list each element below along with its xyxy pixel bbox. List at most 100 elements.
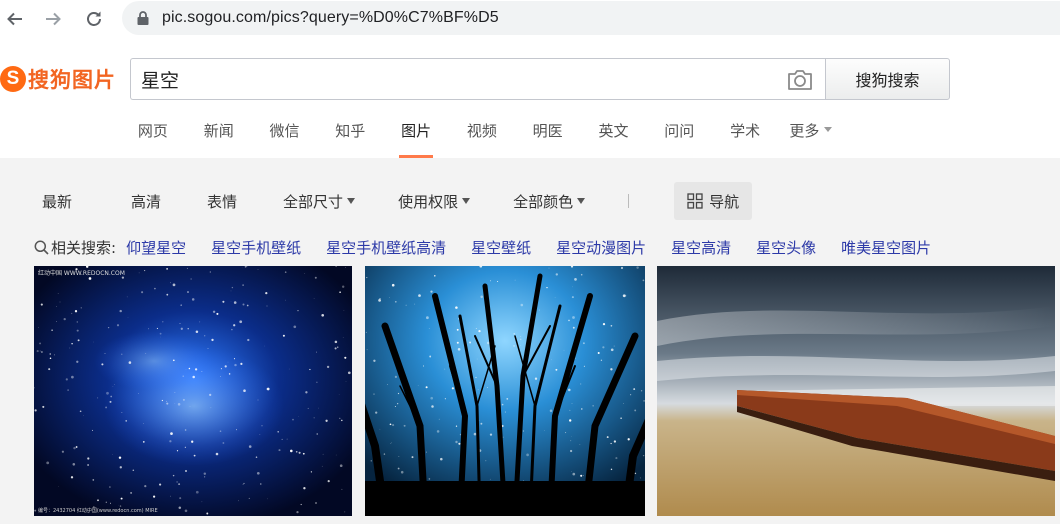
star-dot <box>313 297 315 299</box>
filter-latest[interactable]: 最新 <box>42 191 72 212</box>
star-dot <box>246 304 249 307</box>
star-dot <box>248 445 252 448</box>
related-link[interactable]: 星空手机壁纸 <box>211 237 301 258</box>
star-dot <box>613 440 617 443</box>
star-dot <box>110 395 113 398</box>
search-button[interactable]: 搜狗搜索 <box>825 58 950 100</box>
forest-starry-sky-image[interactable] <box>365 266 645 516</box>
star-dot <box>469 341 472 344</box>
star-dot <box>116 324 120 327</box>
filter-emoji[interactable]: 表情 <box>207 191 237 212</box>
star-dot <box>204 476 206 478</box>
related-link[interactable]: 仰望星空 <box>126 237 186 258</box>
star-dot <box>583 365 585 367</box>
camera-icon[interactable] <box>786 68 814 92</box>
reload-button[interactable] <box>82 7 106 31</box>
address-bar[interactable]: pic.sogou.com/pics?query=%D0%C7%BF%D5 <box>122 1 1060 35</box>
star-dot <box>48 368 51 371</box>
star-dot <box>53 354 55 356</box>
star-dot <box>315 502 317 504</box>
tab-more[interactable]: 更多 <box>778 120 844 158</box>
star-dot <box>394 375 398 379</box>
star-dot <box>220 368 222 370</box>
star-dot <box>405 304 407 306</box>
tab-news[interactable]: 新闻 <box>186 120 252 158</box>
star-dot <box>209 271 211 273</box>
filter-hd[interactable]: 高清 <box>131 191 161 212</box>
tab-video[interactable]: 视频 <box>449 120 515 158</box>
star-dot <box>314 276 317 279</box>
star-dot <box>580 474 583 477</box>
tab-label: 视频 <box>466 122 497 140</box>
filter-size[interactable]: 全部尺寸 <box>283 191 356 212</box>
star-dot <box>114 384 115 385</box>
star-dot <box>97 499 99 502</box>
star-dot <box>166 400 168 402</box>
star-dot <box>247 338 250 342</box>
star-dot <box>570 440 572 442</box>
related-link[interactable]: 唯美星空图片 <box>841 237 931 258</box>
nav-label: 导航 <box>709 192 740 211</box>
star-dot <box>444 368 446 370</box>
star-dot <box>118 456 122 459</box>
star-dot <box>602 346 605 349</box>
star-dot <box>296 510 299 514</box>
star-dot <box>178 483 181 485</box>
star-dot <box>41 351 43 353</box>
star-dot <box>414 303 416 305</box>
star-dot <box>365 331 367 333</box>
tab-wechat[interactable]: 微信 <box>252 120 318 158</box>
related-link[interactable]: 星空手机壁纸高清 <box>326 237 446 258</box>
star-dot <box>475 327 477 329</box>
pier-long-exposure-image[interactable] <box>657 266 1055 516</box>
lock-icon <box>137 11 149 25</box>
star-dot <box>344 511 346 513</box>
star-dot <box>397 392 400 395</box>
tab-scholar[interactable]: 学术 <box>712 120 778 158</box>
related-link[interactable]: 星空头像 <box>756 237 816 258</box>
star-dot <box>170 282 172 284</box>
star-dot <box>568 388 571 392</box>
tab-label: 新闻 <box>203 122 234 140</box>
results-area: 最新 高清 表情 全部尺寸 使用权限 全部颜色 导航 相关搜索: 仰望星空 星空… <box>0 158 1060 524</box>
tab-zhihu[interactable]: 知乎 <box>317 120 383 158</box>
sogou-logo[interactable]: S 搜狗图片 <box>0 62 116 96</box>
star-dot <box>597 351 600 355</box>
tab-medical[interactable]: 明医 <box>515 120 581 158</box>
star-dot <box>383 453 386 455</box>
star-dot <box>551 359 552 361</box>
star-dot <box>212 310 216 314</box>
star-dot <box>555 273 558 276</box>
forward-button[interactable] <box>41 7 65 31</box>
star-dot <box>71 312 73 315</box>
star-dot <box>179 323 181 324</box>
related-link[interactable]: 星空高清 <box>671 237 731 258</box>
star-dot <box>302 452 305 455</box>
tab-wenwen[interactable]: 问问 <box>646 120 712 158</box>
star-dot <box>92 429 93 431</box>
related-link[interactable]: 星空动漫图片 <box>556 237 646 258</box>
star-dot <box>236 429 238 431</box>
tab-web[interactable]: 网页 <box>120 120 186 158</box>
star-dot <box>321 465 323 467</box>
star-dot <box>189 405 191 407</box>
back-button[interactable] <box>3 7 27 31</box>
browser-toolbar: pic.sogou.com/pics?query=%D0%C7%BF%D5 <box>0 0 1060 38</box>
star-dot <box>186 267 188 269</box>
tab-images[interactable]: 图片 <box>383 120 449 158</box>
star-dot <box>242 484 244 485</box>
filter-rights[interactable]: 使用权限 <box>398 191 471 212</box>
star-dot <box>231 328 233 331</box>
star-dot <box>233 358 236 360</box>
star-dot <box>309 368 311 371</box>
filter-color[interactable]: 全部颜色 <box>513 191 586 212</box>
search-box <box>130 58 826 100</box>
star-dot <box>326 365 330 369</box>
tab-label: 更多 <box>789 122 820 140</box>
tab-english[interactable]: 英文 <box>581 120 647 158</box>
search-input[interactable] <box>131 59 771 99</box>
star-dot <box>429 355 432 358</box>
starry-nebula-image[interactable]: 红动中国 WWW.REDOCN.COM 编号：2432704 红动中国(www.… <box>34 266 352 516</box>
nav-button[interactable]: 导航 <box>674 182 753 220</box>
related-link[interactable]: 星空壁纸 <box>471 237 531 258</box>
